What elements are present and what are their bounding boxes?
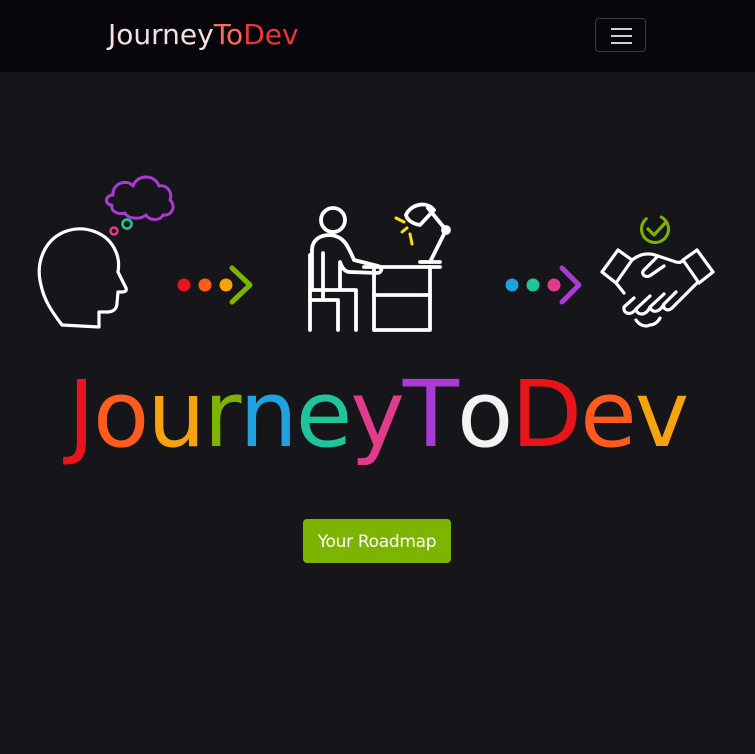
navbar-toggler-button[interactable] <box>595 18 646 52</box>
hero-title-letter: r <box>203 361 242 468</box>
brand-part-journey: Journey <box>108 18 214 51</box>
hero-title: JourneyToDev <box>0 360 755 470</box>
handshake-icon <box>600 214 715 328</box>
arrow-dots-icon <box>177 265 253 305</box>
hamburger-icon <box>611 28 632 30</box>
hero-title-letter: e <box>295 361 353 468</box>
hero-title-letter: v <box>634 361 689 468</box>
hero-title-letter: e <box>580 361 637 468</box>
hero-title-letter: n <box>239 361 297 468</box>
hero-title-letter: o <box>92 361 149 468</box>
hero-title-letter: o <box>456 361 513 468</box>
hero-illustration <box>37 175 715 332</box>
hero-title-letter: J <box>67 361 95 468</box>
hero-title-letter: D <box>511 361 582 468</box>
arrow-dots-icon <box>505 265 582 305</box>
your-roadmap-button[interactable]: Your Roadmap <box>303 519 451 563</box>
brand-part-to: To <box>213 18 244 51</box>
hero-title-letter: T <box>402 361 459 468</box>
brand-logo[interactable]: JourneyToDev <box>108 17 299 53</box>
person-at-desk-icon <box>308 202 451 332</box>
hero-title-letter: u <box>147 361 205 468</box>
hero-title-letter: y <box>350 361 404 468</box>
brand-part-dev: Dev <box>243 18 299 51</box>
head-thinking-icon <box>37 175 175 329</box>
navbar: JourneyToDev <box>0 0 755 72</box>
